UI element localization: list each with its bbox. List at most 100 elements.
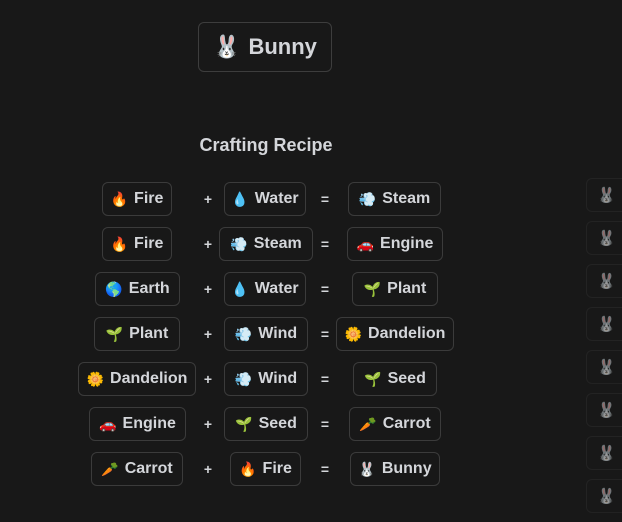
bunny-icon: 🐰: [597, 187, 616, 204]
ingredient-a-chip[interactable]: 🚗 Engine: [89, 407, 186, 441]
ingredient-b-chip[interactable]: 💨 Wind: [224, 317, 308, 351]
equals-sign: =: [320, 416, 330, 432]
bunny-icon: 🐰: [213, 34, 241, 59]
side-item-chip[interactable]: 🐰Bunny: [586, 264, 622, 298]
ingredient-b-label: Steam: [253, 235, 302, 252]
crafting-recipe-heading: Crafting Recipe: [199, 135, 333, 155]
item-title-chip[interactable]: 🐰 Bunny: [198, 22, 332, 72]
ingredient-b-label: Wind: [258, 325, 298, 342]
ingredient-a-label: Engine: [122, 415, 176, 432]
plus-sign: +: [203, 461, 213, 477]
water-icon: 💧: [231, 190, 249, 207]
bunny-icon: 🐰: [358, 460, 376, 477]
plus-sign: +: [203, 281, 213, 297]
ingredient-b-chip[interactable]: 💧 Water: [224, 272, 306, 306]
side-item-chip[interactable]: 🐰Bunny: [586, 350, 622, 384]
carrot-icon: 🥕: [101, 460, 119, 477]
result-chip[interactable]: 🚗 Engine: [347, 227, 443, 261]
seed-icon: 🌱: [235, 415, 253, 432]
result-chip[interactable]: 🌱 Plant: [352, 272, 438, 306]
ingredient-b-label: Fire: [262, 460, 292, 477]
result-label: Engine: [380, 235, 434, 252]
bunny-icon: 🐰: [597, 402, 616, 419]
steam-icon: 💨: [230, 235, 248, 252]
bunny-icon: 🐰: [597, 488, 616, 505]
ingredient-b-chip[interactable]: 🔥 Fire: [230, 452, 301, 486]
ingredient-a-label: Dandelion: [110, 370, 188, 387]
earth-icon: 🌎: [105, 280, 123, 297]
ingredient-b-chip[interactable]: 🌱 Seed: [224, 407, 308, 441]
ingredient-b-label: Seed: [258, 415, 297, 432]
equals-sign: =: [320, 371, 330, 387]
ingredient-a-chip[interactable]: 🥕 Carrot: [91, 452, 183, 486]
ingredient-b-chip[interactable]: 💨 Steam: [219, 227, 313, 261]
item-title: Bunny: [248, 34, 317, 59]
ingredient-a-chip[interactable]: 🌱 Plant: [94, 317, 180, 351]
result-chip[interactable]: 🌼 Dandelion: [336, 317, 454, 351]
bunny-icon: 🐰: [597, 316, 616, 333]
ingredient-a-chip[interactable]: 🌎 Earth: [95, 272, 180, 306]
equals-sign: =: [320, 281, 330, 297]
plus-sign: +: [203, 416, 213, 432]
ingredient-a-chip[interactable]: 🔥 Fire: [102, 227, 172, 261]
ingredient-a-label: Earth: [128, 280, 170, 297]
bunny-icon: 🐰: [597, 230, 616, 247]
ingredient-a-label: Carrot: [124, 460, 173, 477]
engine-icon: 🚗: [99, 415, 117, 432]
ingredient-b-chip[interactable]: 💧 Water: [224, 182, 306, 216]
equals-sign: =: [320, 191, 330, 207]
equals-sign: =: [320, 326, 330, 342]
side-item-chip[interactable]: 🐰Bunny: [586, 436, 622, 470]
recipe-row: 🌼 Dandelion + 💨 Wind = 🌱 Seed: [0, 362, 560, 396]
fire-icon: 🔥: [239, 460, 257, 477]
bunny-icon: 🐰: [597, 359, 616, 376]
ingredient-a-chip[interactable]: 🌼 Dandelion: [78, 362, 196, 396]
dandelion-icon: 🌼: [86, 370, 105, 387]
water-icon: 💧: [231, 280, 249, 297]
side-item-chip[interactable]: 🐰Bunny: [586, 178, 622, 212]
result-chip[interactable]: 🌱 Seed: [353, 362, 437, 396]
recipe-row: 🌱 Plant + 💨 Wind = 🌼 Dandelion: [0, 317, 560, 351]
result-label: Steam: [382, 190, 431, 207]
result-label: Bunny: [381, 460, 432, 477]
bunny-icon: 🐰: [597, 273, 616, 290]
ingredient-a-label: Plant: [129, 325, 169, 342]
result-chip[interactable]: 💨 Steam: [348, 182, 441, 216]
equals-sign: =: [320, 236, 330, 252]
fire-icon: 🔥: [110, 235, 129, 252]
plus-sign: +: [203, 371, 213, 387]
wind-icon: 💨: [234, 370, 253, 387]
equals-sign: =: [320, 461, 330, 477]
ingredient-a-chip[interactable]: 🔥 Fire: [102, 182, 172, 216]
carrot-icon: 🥕: [359, 415, 377, 432]
engine-icon: 🚗: [356, 235, 375, 252]
ingredient-b-label: Water: [254, 280, 299, 297]
plus-sign: +: [203, 191, 213, 207]
ingredient-b-chip[interactable]: 💨 Wind: [224, 362, 308, 396]
result-label: Plant: [387, 280, 427, 297]
wind-icon: 💨: [234, 325, 253, 342]
result-chip[interactable]: 🐰 Bunny: [350, 452, 440, 486]
plus-sign: +: [203, 326, 213, 342]
side-item-chip[interactable]: 🐰Bunny: [586, 307, 622, 341]
fire-icon: 🔥: [110, 190, 129, 207]
ingredient-a-label: Fire: [134, 190, 164, 207]
ingredient-b-label: Wind: [258, 370, 298, 387]
plant-icon: 🌱: [363, 280, 382, 297]
seed-icon: 🌱: [364, 370, 382, 387]
recipe-row: 🌎 Earth + 💧 Water = 🌱 Plant: [0, 272, 560, 306]
recipe-row: 🥕 Carrot + 🔥 Fire = 🐰 Bunny: [0, 452, 560, 486]
plus-sign: +: [203, 236, 213, 252]
steam-icon: 💨: [358, 190, 377, 207]
plant-icon: 🌱: [105, 325, 124, 342]
side-item-chip[interactable]: 🐰Bunny: [586, 393, 622, 427]
result-label: Seed: [387, 370, 426, 387]
side-item-chip[interactable]: 🐰Bunny: [586, 221, 622, 255]
bunny-icon: 🐰: [597, 445, 616, 462]
ingredient-b-label: Water: [254, 190, 299, 207]
result-label: Carrot: [382, 415, 431, 432]
recipe-row: 🔥 Fire + 💨 Steam = 🚗 Engine: [0, 227, 560, 261]
result-label: Dandelion: [368, 325, 446, 342]
side-item-chip[interactable]: 🐰Bunny: [586, 479, 622, 513]
result-chip[interactable]: 🥕 Carrot: [349, 407, 441, 441]
